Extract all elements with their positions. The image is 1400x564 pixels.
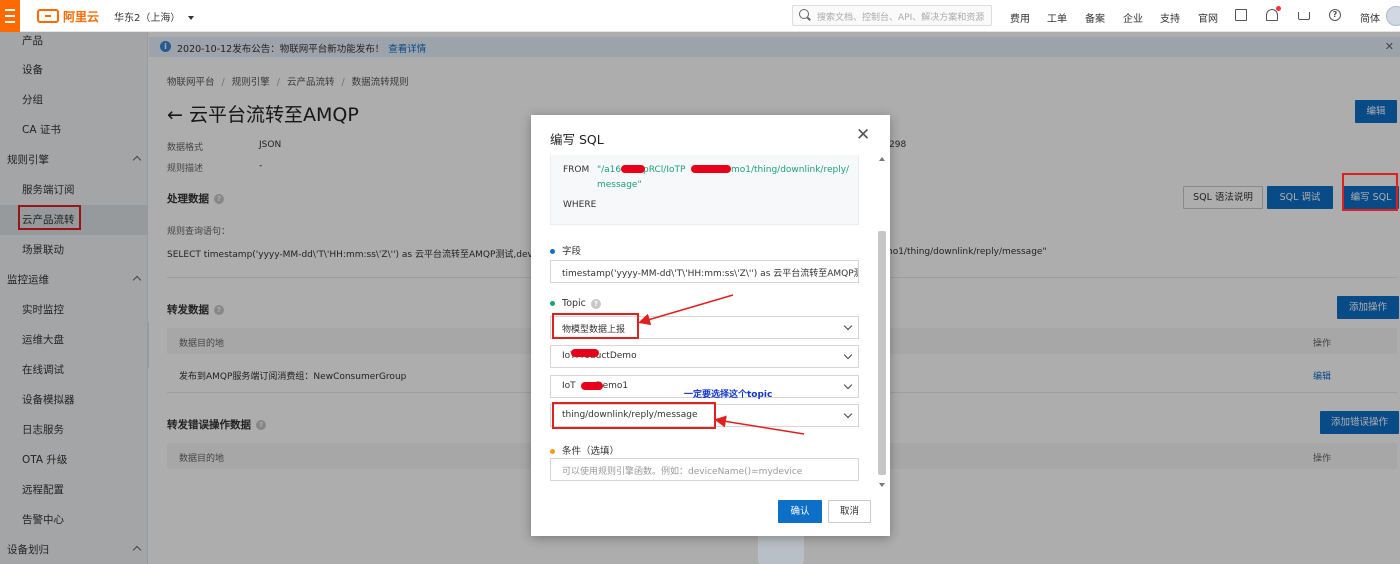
search-input[interactable]: 搜索文档、控制台、API、解决方案和资源 bbox=[792, 5, 992, 26]
cancel-button[interactable]: 取消 bbox=[828, 500, 871, 523]
logo-text: 阿里云 bbox=[63, 9, 100, 24]
sql-from-value-part2: pRCl/IoTP bbox=[643, 165, 686, 175]
redaction-mark bbox=[621, 165, 645, 173]
sql-keyword-where: WHERE bbox=[563, 200, 597, 210]
annotation-note: 一定要选择这个topic bbox=[684, 390, 773, 400]
language-switch[interactable]: 简体 bbox=[1360, 10, 1380, 25]
topic-type-select[interactable]: 物模型数据上报 bbox=[550, 316, 859, 339]
sql-keyword-from: FROM bbox=[563, 165, 590, 175]
aliyun-logo[interactable]: 阿里云 bbox=[37, 7, 99, 25]
redaction-mark bbox=[691, 165, 731, 173]
aliyun-logo-icon bbox=[37, 9, 59, 23]
menu-icon[interactable] bbox=[0, 0, 20, 32]
dialog-scrollbar[interactable] bbox=[877, 157, 887, 489]
sql-from-value-part1: "/a16 bbox=[597, 165, 622, 175]
close-icon[interactable]: ✕ bbox=[856, 125, 870, 145]
redaction-mark bbox=[581, 382, 603, 390]
nav-fees[interactable]: 费用 bbox=[1010, 10, 1030, 25]
scroll-down-icon[interactable] bbox=[879, 483, 885, 487]
notification-dot bbox=[1276, 6, 1281, 11]
condition-label: 条件（选填） bbox=[550, 443, 619, 457]
bell-icon[interactable] bbox=[1266, 9, 1278, 21]
help-icon[interactable]: ? bbox=[1329, 9, 1341, 21]
nav-enterprise[interactable]: 企业 bbox=[1123, 10, 1143, 25]
topic-label: Topic? bbox=[550, 298, 601, 309]
nav-support[interactable]: 支持 bbox=[1160, 10, 1180, 25]
dialog-body: FROM "/a16 pRCl/IoTP mo1/thing/downlink/… bbox=[531, 155, 890, 488]
select-field-input[interactable]: timestamp('yyyy-MM-dd\'T\'HH:mm:ss\'Z\''… bbox=[550, 260, 859, 283]
nav-tickets[interactable]: 工单 bbox=[1047, 10, 1067, 25]
chevron-down-icon bbox=[843, 350, 853, 360]
scroll-thumb[interactable] bbox=[878, 231, 886, 475]
search-icon bbox=[799, 9, 809, 19]
dialog-title: 编写 SQL bbox=[550, 132, 604, 147]
sql-from-value-part3: mo1/thing/downlink/reply/ bbox=[731, 165, 850, 175]
topic-device-value: IoT bbox=[562, 381, 576, 391]
redaction-mark bbox=[571, 349, 599, 357]
sql-preview: FROM "/a16 pRCl/IoTP mo1/thing/downlink/… bbox=[550, 155, 859, 225]
cart-icon[interactable] bbox=[1298, 12, 1310, 20]
region-label: 华东2（上海） bbox=[114, 13, 181, 24]
topic-type-value: 物模型数据上报 bbox=[562, 325, 626, 335]
scroll-up-icon[interactable] bbox=[879, 157, 885, 161]
confirm-button[interactable]: 确认 bbox=[778, 500, 822, 523]
condition-input[interactable]: 可以使用规则引擎函数。例如：deviceName()=mydevice bbox=[550, 458, 859, 481]
field-label: 字段 bbox=[550, 243, 581, 257]
region-selector[interactable]: 华东2（上海） bbox=[114, 9, 195, 24]
chevron-down-icon bbox=[843, 409, 853, 419]
top-bar: 阿里云 华东2（上海） 搜索文档、控制台、API、解决方案和资源 费用 工单 备… bbox=[0, 0, 1400, 32]
terminal-icon[interactable] bbox=[1235, 9, 1247, 21]
nav-filing[interactable]: 备案 bbox=[1085, 10, 1105, 25]
chevron-down-icon bbox=[843, 380, 853, 390]
nav-official-site[interactable]: 官网 bbox=[1198, 10, 1218, 25]
help-icon[interactable]: ? bbox=[590, 298, 601, 309]
write-sql-dialog: 编写 SQL ✕ FROM "/a16 pRCl/IoTP mo1/thing/… bbox=[531, 115, 890, 536]
avatar[interactable] bbox=[1386, 6, 1400, 26]
topic-path-value: thing/downlink/reply/message bbox=[562, 410, 698, 420]
chevron-down-icon bbox=[843, 321, 853, 331]
topic-path-select[interactable]: thing/downlink/reply/message bbox=[550, 404, 859, 427]
caret-down-icon bbox=[188, 16, 195, 20]
sql-from-value-line2: message" bbox=[597, 180, 642, 190]
